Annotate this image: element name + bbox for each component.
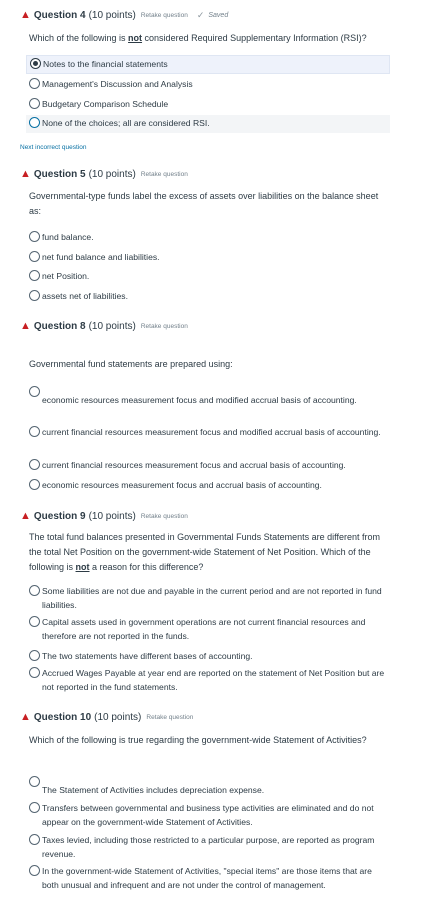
question-title: Question 9 (33, 510, 86, 522)
answer-label: Taxes levied, including those restricted… (42, 835, 375, 859)
prompt-emphasis: not (128, 33, 143, 43)
question-9-prompt: The total fund balances presented in Gov… (29, 530, 385, 575)
retake-question-link[interactable]: Retake question (141, 171, 188, 178)
prompt-emphasis: not (75, 562, 90, 572)
answer-option[interactable]: The two statements have different bases … (26, 648, 390, 665)
radio-button[interactable] (29, 290, 40, 301)
answer-label: economic resources measurement focus and… (42, 480, 322, 490)
answer-option[interactable]: Some liabilities are not due and payable… (26, 583, 390, 613)
question-4-prompt: Which of the following is not considered… (29, 31, 385, 46)
answer-option[interactable]: current financial resources measurement … (26, 457, 390, 474)
radio-button[interactable] (29, 585, 40, 596)
radio-button[interactable] (29, 865, 40, 876)
prompt-text: Which of the following is (29, 33, 129, 43)
prompt-text: a reason for this difference? (89, 562, 204, 572)
answer-label: current financial resources measurement … (42, 460, 346, 470)
answer-option[interactable]: Transfers between governmental and busin… (26, 800, 390, 830)
incorrect-warning-icon: ▲ (20, 509, 31, 522)
answer-option[interactable]: assets net of liabilities. (26, 288, 390, 305)
retake-question-link[interactable]: Retake question (141, 323, 188, 330)
question-8-prompt: Governmental fund statements are prepare… (29, 359, 233, 369)
incorrect-warning-icon: ▲ (20, 8, 31, 21)
question-points: (10 points) (88, 9, 136, 21)
answer-label: Some liabilities are not due and payable… (42, 586, 382, 610)
answer-label: Accrued Wages Payable at year end are re… (42, 668, 385, 692)
quiz-results-page: ▲ Question 4 (10 points) Retake question… (0, 0, 436, 916)
radio-button[interactable] (29, 650, 40, 661)
answer-option[interactable]: net fund balance and liabilities. (26, 249, 390, 266)
incorrect-warning-icon: ▲ (20, 319, 31, 332)
question-title: Question 10 (33, 711, 92, 723)
question-title: Question 8 (33, 320, 86, 332)
answer-label: The Statement of Activities includes dep… (42, 785, 265, 795)
answer-label: current financial resources measurement … (42, 427, 381, 437)
question-5-header: ▲ Question 5 (10 points) Retake question (20, 166, 188, 182)
question-10-prompt: Which of the following is true regarding… (29, 735, 367, 745)
answer-option[interactable]: economic resources measurement focus and… (26, 477, 390, 494)
incorrect-warning-icon: ▲ (20, 710, 31, 723)
question-title: Question 5 (33, 168, 86, 180)
question-9-header: ▲ Question 9 (10 points) Retake question (20, 508, 188, 524)
incorrect-warning-icon: ▲ (20, 167, 31, 180)
answer-option[interactable]: Management's Discussion and Analysis (26, 76, 390, 93)
answer-label: assets net of liabilities. (42, 291, 128, 301)
answer-option[interactable]: In the government-wide Statement of Acti… (26, 863, 390, 907)
radio-button[interactable] (29, 98, 40, 109)
radio-button[interactable] (29, 251, 40, 262)
answer-label: economic resources measurement focus and… (42, 395, 357, 405)
radio-button[interactable] (29, 834, 40, 845)
radio-button[interactable] (29, 231, 40, 242)
answer-option[interactable]: The Statement of Activities includes dep… (26, 774, 390, 798)
checkmark-icon: ✓ (196, 9, 205, 20)
retake-question-link[interactable]: Retake question (146, 714, 193, 721)
answer-label: Transfers between governmental and busin… (42, 803, 374, 827)
radio-button[interactable] (29, 667, 40, 678)
question-4-header: ▲ Question 4 (10 points) Retake question… (20, 7, 228, 23)
answer-option[interactable]: net Position. (26, 268, 390, 285)
radio-button[interactable] (29, 270, 40, 281)
radio-button[interactable] (29, 117, 40, 128)
answer-option[interactable]: Accrued Wages Payable at year end are re… (26, 665, 390, 695)
radio-button[interactable] (29, 426, 40, 437)
question-5-prompt: Governmental-type funds label the excess… (29, 191, 379, 216)
question-points: (10 points) (94, 711, 142, 723)
answer-option-correct[interactable]: None of the choices; all are considered … (26, 115, 390, 133)
answer-option[interactable]: Taxes levied, including those restricted… (26, 832, 390, 862)
question-points: (10 points) (88, 320, 136, 332)
answer-option[interactable]: Capital assets used in government operat… (26, 614, 390, 644)
answer-option[interactable]: economic resources measurement focus and… (26, 384, 390, 420)
answer-option-selected[interactable]: Notes to the financial statements (26, 55, 390, 74)
question-points: (10 points) (88, 168, 136, 180)
question-points: (10 points) (88, 510, 136, 522)
radio-button[interactable] (29, 776, 40, 787)
answer-label: net Position. (42, 271, 90, 281)
answer-label: net fund balance and liabilities. (42, 252, 160, 262)
answer-option[interactable]: current financial resources measurement … (26, 424, 390, 454)
answer-label: fund balance. (42, 232, 94, 242)
answer-label: Management's Discussion and Analysis (42, 79, 193, 89)
next-incorrect-question-link[interactable]: Next incorrect question (20, 144, 86, 151)
question-10-header: ▲ Question 10 (10 points) Retake questio… (20, 709, 193, 725)
prompt-text: considered Required Supplementary Inform… (142, 33, 367, 43)
radio-button[interactable] (29, 386, 40, 397)
radio-button[interactable] (29, 616, 40, 627)
radio-button[interactable] (29, 459, 40, 470)
question-title: Question 4 (33, 9, 86, 21)
answer-option[interactable]: Budgetary Comparison Schedule (26, 96, 390, 113)
answer-label: Notes to the financial statements (43, 59, 168, 69)
radio-button[interactable] (29, 802, 40, 813)
answer-option[interactable]: fund balance. (26, 229, 390, 246)
answer-label: The two statements have different bases … (42, 651, 253, 661)
retake-question-link[interactable]: Retake question (141, 513, 188, 520)
radio-button[interactable] (29, 479, 40, 490)
radio-button-selected[interactable] (30, 58, 41, 69)
answer-label: Budgetary Comparison Schedule (42, 99, 169, 109)
saved-status: Saved (208, 11, 229, 19)
retake-question-link[interactable]: Retake question (141, 12, 188, 19)
radio-button[interactable] (29, 78, 40, 89)
answer-label: None of the choices; all are considered … (42, 118, 210, 128)
answer-label: In the government-wide Statement of Acti… (42, 866, 372, 890)
answer-label: Capital assets used in government operat… (42, 617, 366, 641)
question-8-header: ▲ Question 8 (10 points) Retake question (20, 318, 188, 334)
